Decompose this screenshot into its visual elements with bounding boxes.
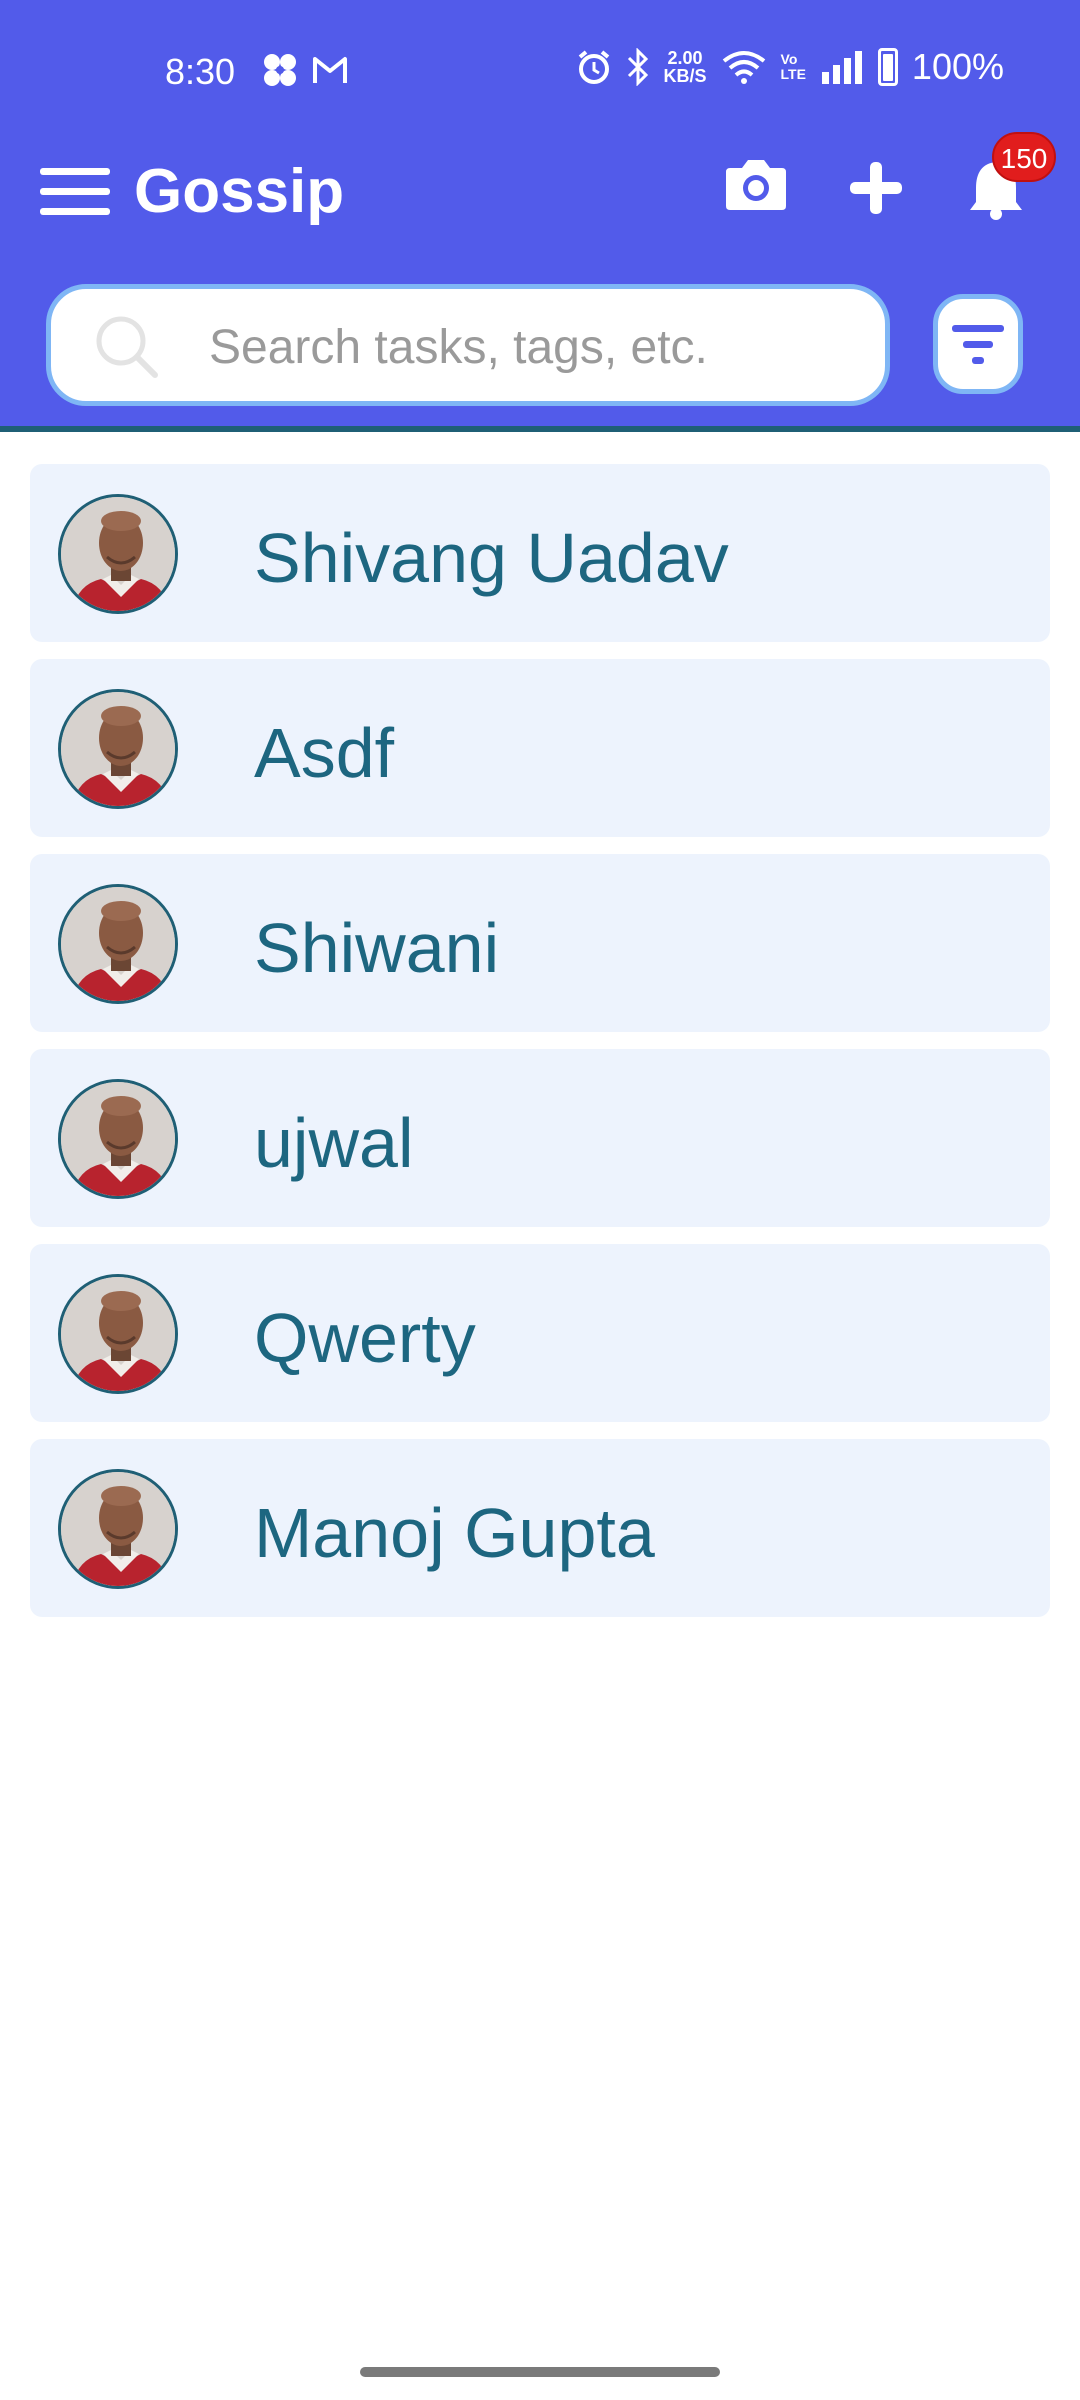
menu-icon[interactable] bbox=[40, 168, 110, 218]
list-item[interactable]: Qwerty bbox=[30, 1244, 1050, 1422]
contact-name: Asdf bbox=[254, 714, 395, 792]
network-speed-unit: KB/S bbox=[663, 66, 707, 86]
search-input[interactable] bbox=[209, 317, 849, 377]
network-speed-value: 2.00 bbox=[667, 48, 703, 68]
fan-icon bbox=[264, 54, 296, 86]
battery-icon bbox=[877, 48, 898, 86]
contact-name: Manoj Gupta bbox=[254, 1494, 655, 1572]
status-right-icons: 2.00 KB/S Vo LTE 100% bbox=[576, 46, 1004, 88]
list-item[interactable]: Shiwani bbox=[30, 854, 1050, 1032]
avatar[interactable] bbox=[58, 884, 178, 1004]
list-item[interactable]: Manoj Gupta bbox=[30, 1439, 1050, 1617]
search-icon bbox=[96, 316, 158, 378]
alarm-icon bbox=[578, 50, 609, 84]
status-time: 8:30 bbox=[165, 51, 236, 92]
volte-bottom-label: LTE bbox=[780, 66, 806, 82]
volte-top-label: Vo bbox=[780, 51, 798, 67]
contact-name: Shiwani bbox=[254, 909, 500, 987]
list-item[interactable]: Shivang Uadav bbox=[30, 464, 1050, 642]
contact-name: Qwerty bbox=[254, 1299, 476, 1377]
avatar[interactable] bbox=[58, 1274, 178, 1394]
list-item[interactable]: Asdf bbox=[30, 659, 1050, 837]
status-bar: 8:30 2.00 KB/S Vo LTE 100% bbox=[0, 0, 1080, 140]
plus-icon[interactable] bbox=[848, 160, 904, 216]
filter-button[interactable] bbox=[933, 294, 1023, 394]
app-title: Gossip bbox=[134, 157, 345, 226]
avatar[interactable] bbox=[58, 1469, 178, 1589]
contact-name: ujwal bbox=[254, 1104, 414, 1182]
notification-badge: 150 bbox=[992, 132, 1056, 182]
status-left-icons bbox=[262, 52, 348, 88]
bluetooth-icon bbox=[627, 48, 648, 86]
contact-name: Shivang Uadav bbox=[254, 519, 729, 597]
gmail-icon bbox=[313, 57, 347, 83]
avatar[interactable] bbox=[58, 494, 178, 614]
home-indicator[interactable] bbox=[360, 2367, 720, 2377]
avatar[interactable] bbox=[58, 1079, 178, 1199]
network-speed: 2.00 KB/S bbox=[664, 49, 707, 85]
battery-percent: 100% bbox=[911, 46, 1004, 87]
avatar[interactable] bbox=[58, 689, 178, 809]
signal-icon bbox=[821, 51, 862, 84]
list-item[interactable]: ujwal bbox=[30, 1049, 1050, 1227]
wifi-icon bbox=[722, 51, 765, 84]
camera-icon[interactable] bbox=[724, 154, 788, 214]
volte-icon: Vo LTE bbox=[781, 52, 806, 82]
search-box[interactable] bbox=[46, 284, 890, 406]
contact-list: Shivang Uadav Asdf Shiwani ujwal Qwerty … bbox=[30, 464, 1050, 1634]
header-divider bbox=[0, 426, 1080, 432]
filter-icon bbox=[952, 325, 1004, 364]
